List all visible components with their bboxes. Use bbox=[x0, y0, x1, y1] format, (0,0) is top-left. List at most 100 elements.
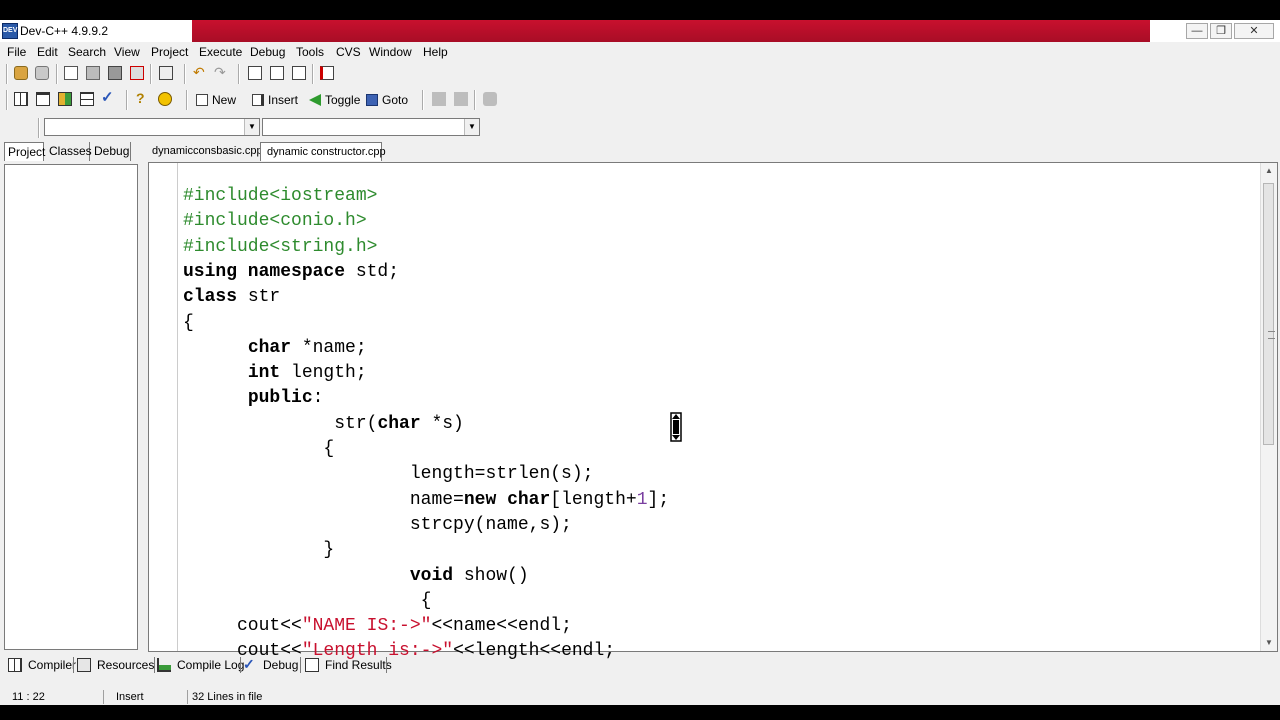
code-line[interactable]: class str bbox=[183, 285, 280, 309]
scroll-down-icon[interactable]: ▼ bbox=[1261, 635, 1277, 651]
class-combo[interactable]: ▼ bbox=[44, 118, 260, 136]
redo-icon: ↷ bbox=[214, 64, 226, 80]
code-token: { bbox=[183, 312, 194, 333]
code-line[interactable]: using namespace std; bbox=[183, 260, 399, 284]
code-line[interactable]: str(char *s) bbox=[183, 412, 464, 436]
code-line[interactable]: cout<<"NAME IS:->"<<name<<endl; bbox=[183, 614, 572, 638]
open-project-button[interactable] bbox=[12, 64, 30, 82]
code-line[interactable]: char *name; bbox=[183, 336, 367, 360]
code-token: #include<string.h> bbox=[183, 236, 378, 257]
menu-cvs[interactable]: CVS bbox=[336, 45, 361, 59]
maximize-button[interactable]: ❐ bbox=[1210, 23, 1232, 39]
code-token: int bbox=[247, 363, 281, 384]
tab-project[interactable]: Project bbox=[4, 142, 45, 161]
code-line[interactable]: int length; bbox=[183, 361, 367, 385]
goto-bookmark-button[interactable]: Goto bbox=[366, 90, 410, 110]
open-button[interactable] bbox=[33, 64, 51, 82]
code-editor[interactable]: #include<iostream> #include<conio.h> #incl… bbox=[148, 162, 1278, 661]
code-line[interactable]: length=strlen(s); bbox=[183, 462, 594, 486]
unindent-button[interactable] bbox=[430, 90, 448, 108]
member-combo[interactable]: ▼ bbox=[262, 118, 480, 136]
save-all-button[interactable] bbox=[106, 64, 124, 82]
run-button[interactable] bbox=[34, 90, 52, 108]
close-file-button[interactable] bbox=[128, 64, 146, 82]
menu-execute[interactable]: Execute bbox=[199, 45, 242, 59]
undo-button[interactable]: ↶ bbox=[191, 64, 209, 82]
tab-classes[interactable]: Classes bbox=[46, 142, 92, 161]
code-token: } bbox=[183, 540, 335, 561]
code-line[interactable]: strcpy(name,s); bbox=[183, 513, 572, 537]
syntax-check-button[interactable]: ✓ bbox=[99, 90, 117, 108]
menu-edit[interactable]: Edit bbox=[37, 45, 58, 59]
code-line[interactable]: #include<conio.h> bbox=[183, 209, 367, 233]
insert-button[interactable]: Insert bbox=[252, 90, 302, 110]
replace-button[interactable] bbox=[268, 64, 286, 82]
code-line[interactable]: { bbox=[183, 311, 194, 335]
scroll-thumb[interactable] bbox=[1263, 183, 1275, 445]
tab-debug-output[interactable]: ✓ Debug bbox=[243, 655, 301, 675]
compiler-icon bbox=[8, 658, 22, 672]
smiley-icon bbox=[158, 92, 172, 106]
vertical-scrollbar[interactable]: ▲ ▼ bbox=[1260, 163, 1277, 651]
toolbar-separator bbox=[56, 64, 58, 84]
close-button[interactable]: ✕ bbox=[1234, 23, 1274, 39]
find-button[interactable] bbox=[246, 64, 264, 82]
code-line[interactable]: void show() bbox=[183, 564, 529, 588]
compile-button[interactable] bbox=[12, 90, 30, 108]
help-icon: ? bbox=[136, 90, 145, 106]
title-bar[interactable]: DEV Dev-C++ 4.9.9.2 — ❐ ✕ bbox=[0, 20, 1280, 42]
about-button[interactable] bbox=[156, 90, 174, 108]
menu-view[interactable]: View bbox=[114, 45, 140, 59]
menu-help[interactable]: Help bbox=[423, 45, 448, 59]
chevron-down-icon[interactable]: ▼ bbox=[244, 119, 259, 135]
tab-debug[interactable]: Debug bbox=[91, 142, 131, 161]
indent-icon bbox=[454, 92, 468, 106]
goto-icon bbox=[366, 94, 378, 106]
menu-project[interactable]: Project bbox=[151, 45, 188, 59]
tab-find-results[interactable]: Find Results bbox=[305, 655, 392, 675]
menu-debug[interactable]: Debug bbox=[250, 45, 285, 59]
menu-tools[interactable]: Tools bbox=[296, 45, 324, 59]
help-button[interactable]: ? bbox=[134, 90, 152, 108]
menu-search[interactable]: Search bbox=[68, 45, 106, 59]
compile-run-button[interactable] bbox=[56, 90, 74, 108]
tab-resources-label: Resources bbox=[97, 658, 155, 672]
unindent-icon bbox=[432, 92, 446, 106]
tab-compile-log[interactable]: Compile Log bbox=[157, 655, 244, 675]
tab-file-dynamicconsbasic[interactable]: dynamicconsbasic.cpp bbox=[146, 142, 263, 161]
redo-button[interactable]: ↷ bbox=[212, 64, 230, 82]
new-class-button[interactable]: New bbox=[196, 90, 242, 110]
code-line[interactable]: { bbox=[183, 589, 432, 613]
toggle-bookmark-button[interactable]: Toggle bbox=[309, 90, 361, 110]
find-next-button[interactable] bbox=[290, 64, 308, 82]
print-button[interactable] bbox=[157, 64, 175, 82]
new-file-button[interactable] bbox=[62, 64, 80, 82]
rebuild-all-button[interactable] bbox=[78, 90, 96, 108]
code-line[interactable]: name=new char[length+1]; bbox=[183, 488, 669, 512]
code-line[interactable]: #include<string.h> bbox=[183, 235, 377, 259]
project-tree-panel[interactable] bbox=[4, 164, 138, 650]
toolbar-separator bbox=[422, 90, 424, 110]
chevron-down-icon[interactable]: ▼ bbox=[464, 119, 479, 135]
goto-line-button[interactable] bbox=[318, 64, 336, 82]
tab-compiler[interactable]: Compiler bbox=[8, 655, 76, 675]
tab-file-dynamic-constructor[interactable]: dynamic constructor.cpp bbox=[260, 142, 386, 161]
menu-window[interactable]: Window bbox=[369, 45, 412, 59]
code-line[interactable]: } bbox=[183, 538, 334, 562]
app-icon[interactable]: DEV bbox=[2, 23, 18, 39]
indent-button[interactable] bbox=[452, 90, 470, 108]
code-line[interactable]: public: bbox=[183, 386, 324, 410]
chart-icon bbox=[157, 658, 171, 672]
editor-gutter[interactable] bbox=[149, 163, 178, 651]
replace-icon bbox=[270, 66, 284, 80]
code-line[interactable]: #include<iostream> bbox=[183, 184, 377, 208]
code-line[interactable]: { bbox=[183, 437, 334, 461]
menu-file[interactable]: File bbox=[7, 45, 26, 59]
menu-bar: File Edit Search View Project Execute De… bbox=[0, 42, 1280, 62]
scroll-up-icon[interactable]: ▲ bbox=[1261, 163, 1277, 179]
code-token: length=strlen(s); bbox=[183, 464, 594, 485]
save-button[interactable] bbox=[84, 64, 102, 82]
tab-resources[interactable]: Resources bbox=[77, 655, 155, 675]
minimize-button[interactable]: — bbox=[1186, 23, 1208, 39]
comment-button[interactable] bbox=[481, 90, 499, 108]
